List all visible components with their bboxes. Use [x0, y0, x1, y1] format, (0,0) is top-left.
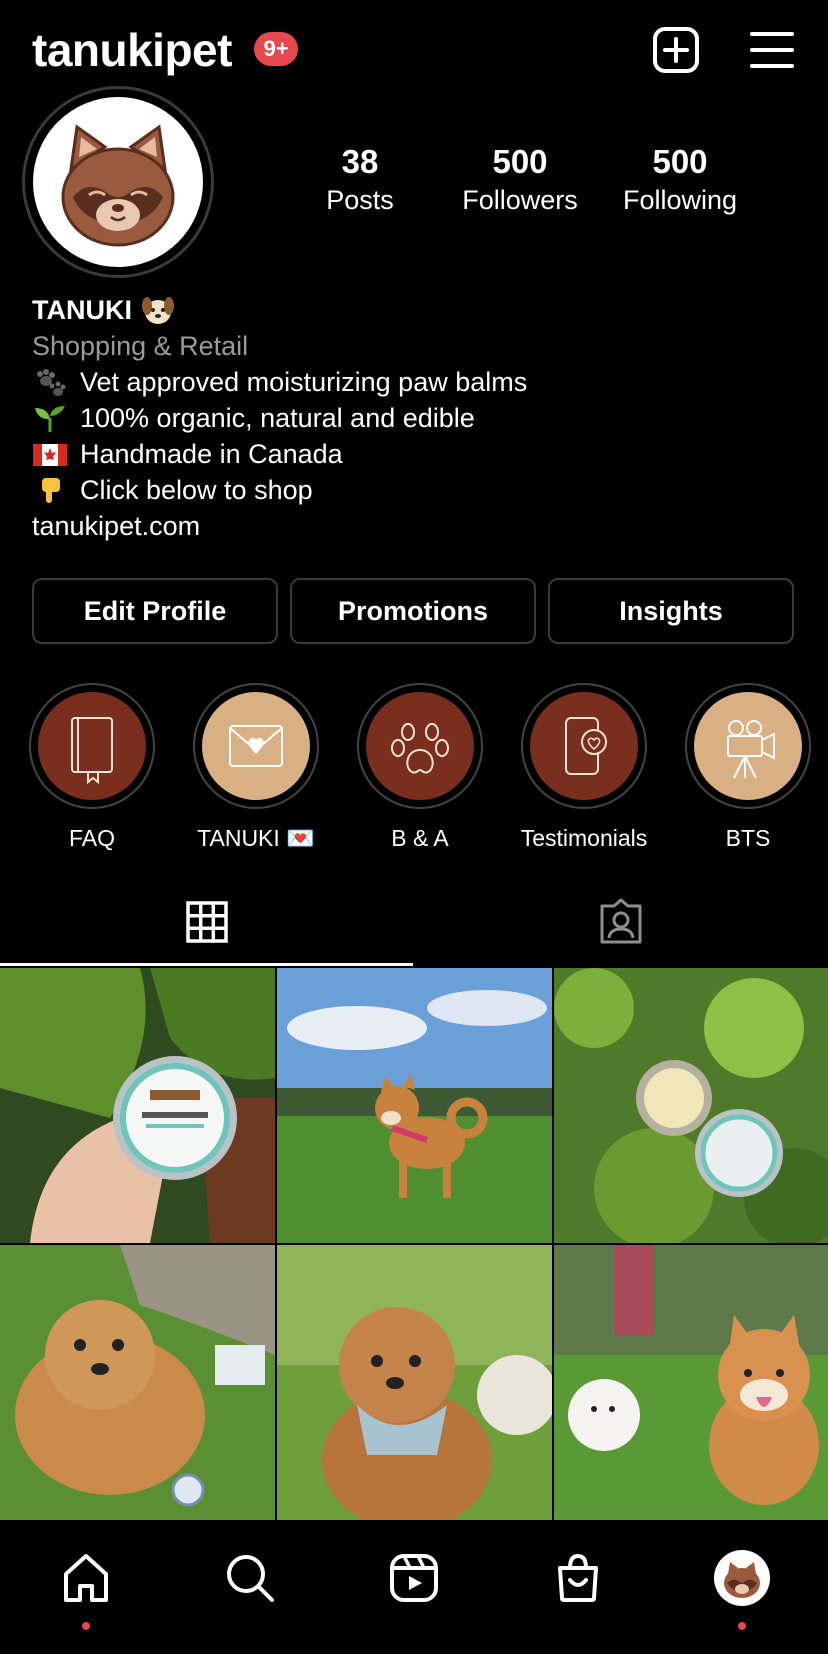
- highlight-cover: [694, 692, 802, 800]
- post-image: [277, 1245, 552, 1520]
- posts-label: Posts: [326, 185, 394, 215]
- highlight-cover: [202, 692, 310, 800]
- bio-text: 100% organic, natural and edible: [80, 403, 475, 433]
- camera-icon: [727, 720, 775, 779]
- shop-icon[interactable]: [550, 1550, 606, 1606]
- promotions-button[interactable]: Promotions: [290, 578, 536, 644]
- seedling-icon: [35, 406, 65, 432]
- tanuki-logo-icon: [61, 124, 175, 247]
- post-thumbnail[interactable]: [554, 1245, 828, 1520]
- posts-count: 38: [341, 143, 379, 180]
- post-thumbnail[interactable]: [277, 1245, 552, 1520]
- highlight-label: BTS: [725, 825, 771, 851]
- grid-icon[interactable]: [185, 900, 229, 944]
- highlight-tanuki[interactable]: TANUKI 💌: [191, 683, 321, 853]
- active-tab-indicator: [0, 963, 413, 966]
- paw-icon: [391, 723, 449, 774]
- following-count: 500: [652, 143, 708, 180]
- post-image: [0, 968, 275, 1243]
- post-grid: [0, 968, 828, 1528]
- followers-label: Followers: [462, 185, 578, 215]
- highlight-ring: [521, 683, 647, 809]
- tagged-icon[interactable]: [598, 898, 644, 944]
- highlight-ring: [357, 683, 483, 809]
- canada-flag-icon: [33, 444, 67, 466]
- post-thumbnail[interactable]: [0, 968, 275, 1243]
- profile-tabs: [0, 880, 828, 966]
- notification-badge[interactable]: 9+: [254, 32, 298, 66]
- edit-profile-button[interactable]: Edit Profile: [32, 578, 278, 644]
- bio-text: Handmade in Canada: [80, 439, 343, 469]
- bio-line: Vet approved moisturizing paw balms: [32, 364, 792, 400]
- highlight-testimonials[interactable]: Testimonials: [519, 683, 649, 853]
- pointing-down-icon: [42, 478, 60, 503]
- reels-icon[interactable]: [386, 1550, 442, 1606]
- highlight-cover: [38, 692, 146, 800]
- highlight-ring: [193, 683, 319, 809]
- highlight-ring: [29, 683, 155, 809]
- profile-name: TANUKI: [32, 295, 132, 325]
- posts-stat[interactable]: 38 Posts: [275, 142, 445, 218]
- dog-face-icon: [141, 297, 174, 324]
- profile-name-row: TANUKI: [32, 292, 792, 328]
- profile-nav-avatar[interactable]: [714, 1550, 770, 1606]
- following-label: Following: [622, 185, 738, 215]
- bio-text: Click below to shop: [80, 475, 313, 505]
- bio-line: 100% organic, natural and edible: [32, 400, 792, 436]
- bottom-nav: [0, 1530, 828, 1654]
- paw-prints-icon: [37, 369, 66, 396]
- highlight-bts[interactable]: BTS: [683, 683, 813, 853]
- highlight-faq[interactable]: FAQ: [27, 683, 157, 853]
- highlight-label: Testimonials: [520, 825, 648, 851]
- bio-line: Click below to shop: [32, 472, 792, 508]
- followers-stat[interactable]: 500 Followers: [435, 142, 605, 218]
- profile-activity-dot: [738, 1622, 746, 1630]
- highlight-ring: [685, 683, 811, 809]
- website-link[interactable]: tanukipet.com: [32, 508, 792, 544]
- search-icon[interactable]: [222, 1550, 278, 1606]
- post-image: [277, 968, 552, 1243]
- post-image: [554, 968, 828, 1243]
- post-thumbnail[interactable]: [0, 1245, 275, 1520]
- highlight-b-and-a[interactable]: B & A: [355, 683, 485, 853]
- tanuki-avatar-icon: [724, 1562, 760, 1598]
- bio-text: Vet approved moisturizing paw balms: [80, 367, 528, 397]
- post-image: [0, 1245, 275, 1520]
- phone-heart-icon: [565, 717, 607, 775]
- account-username[interactable]: tanukipet: [32, 20, 232, 80]
- following-stat[interactable]: 500 Following: [595, 142, 765, 218]
- post-thumbnail[interactable]: [554, 968, 828, 1243]
- followers-count: 500: [492, 143, 548, 180]
- home-activity-dot: [82, 1622, 90, 1630]
- post-image: [554, 1245, 828, 1520]
- highlight-label: FAQ: [68, 825, 115, 851]
- home-icon[interactable]: [58, 1550, 114, 1606]
- profile-avatar[interactable]: [33, 97, 203, 267]
- highlight-label: TANUKI 💌: [197, 825, 315, 851]
- envelope-heart-icon: [229, 725, 283, 767]
- menu-icon[interactable]: [746, 24, 798, 76]
- highlight-label: B & A: [391, 825, 449, 851]
- add-post-icon[interactable]: [650, 24, 702, 76]
- highlight-cover: [366, 692, 474, 800]
- top-bar: tanukipet 9+: [0, 0, 828, 100]
- profile-category: Shopping & Retail: [32, 331, 249, 361]
- bio-line: Handmade in Canada: [32, 436, 792, 472]
- book-icon: [71, 717, 113, 785]
- insights-button[interactable]: Insights: [548, 578, 794, 644]
- post-thumbnail[interactable]: [277, 968, 552, 1243]
- highlight-cover: [530, 692, 638, 800]
- profile-bio: TANUKI Shopping & Retail Vet approved mo…: [32, 292, 792, 544]
